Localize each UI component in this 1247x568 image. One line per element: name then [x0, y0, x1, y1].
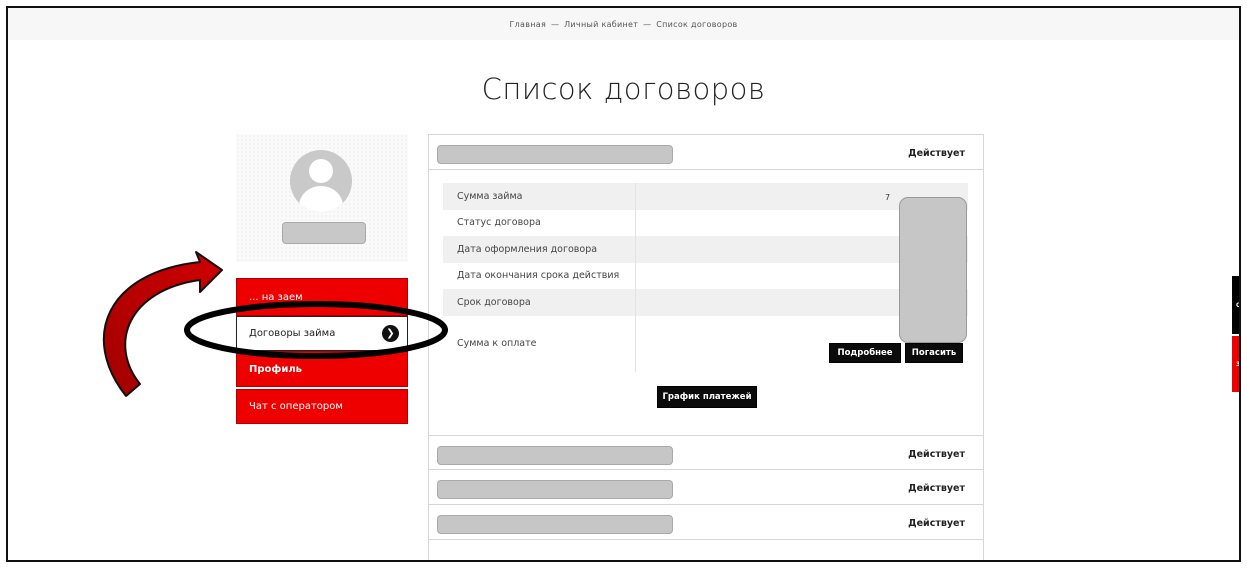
- table-row: Статус договора: [443, 209, 968, 236]
- contract-header[interactable]: Действует: [429, 470, 983, 505]
- sidebar-item-loan-application[interactable]: ... на заем: [236, 278, 408, 316]
- breadcrumb-account[interactable]: Личный кабинет: [564, 20, 638, 29]
- side-widget-red[interactable]: З: [1232, 336, 1241, 392]
- side-widget-label: З: [1236, 360, 1241, 368]
- breadcrumb-bar: Главная — Личный кабинет — Список догово…: [8, 8, 1239, 40]
- sidebar-item-loan-contracts[interactable]: Договоры займа ❯: [236, 316, 408, 351]
- contract-number-redacted: [437, 145, 673, 164]
- row-label: Дата оформления договора: [457, 243, 598, 255]
- avatar-icon: [290, 150, 352, 212]
- contract-number-redacted: [437, 480, 673, 499]
- curved-arrow-icon: [102, 251, 223, 397]
- profile-card: [236, 134, 408, 262]
- contract-status: Действует: [908, 518, 965, 529]
- table-row: Дата оформления договора: [443, 236, 968, 263]
- row-label: Сумма к оплате: [457, 338, 537, 349]
- breadcrumb-separator: —: [550, 20, 560, 29]
- values-redacted: [899, 197, 967, 343]
- page-title: Список договоров: [481, 72, 766, 106]
- contracts-panel: Действует Сумма займа Статус договора Да…: [428, 134, 984, 560]
- page-frame: Главная — Личный кабинет — Список догово…: [6, 6, 1241, 562]
- contract-number-redacted: [437, 515, 673, 534]
- sidebar-item-label: Профиль: [249, 363, 302, 375]
- side-widget-label: О: [1236, 301, 1241, 309]
- row-label: Статус договора: [457, 217, 541, 229]
- more-button[interactable]: Подробнее: [829, 343, 901, 363]
- sidebar-item-profile[interactable]: Профиль: [236, 351, 408, 387]
- payment-schedule-button[interactable]: График платежей: [657, 386, 757, 408]
- row-label: Дата окончания срока действия: [457, 270, 620, 282]
- contract-header[interactable]: Действует: [429, 435, 983, 470]
- repay-button[interactable]: Погасить: [905, 343, 963, 363]
- breadcrumb-home[interactable]: Главная: [509, 20, 546, 29]
- contract-number-redacted: [437, 446, 673, 465]
- user-name-redacted: [282, 222, 366, 244]
- row-label: Сумма займа: [457, 190, 523, 202]
- contract-status: Действует: [908, 449, 965, 460]
- row-label: Срок договора: [457, 296, 531, 308]
- sidebar-item-label: Чат с оператором: [249, 401, 343, 412]
- side-widget-dark[interactable]: О: [1232, 276, 1241, 334]
- breadcrumb-current: Список договоров: [656, 20, 738, 29]
- chevron-right-icon: ❯: [382, 325, 399, 342]
- contract-status: Действует: [908, 148, 965, 159]
- table-row: Срок договора: [443, 289, 968, 316]
- breadcrumb-separator: —: [643, 20, 652, 29]
- breadcrumb: Главная — Личный кабинет — Список догово…: [8, 20, 1239, 29]
- contract-status: Действует: [908, 483, 965, 494]
- value-fragment: 7: [885, 193, 891, 202]
- contract-header[interactable]: Действует: [429, 135, 983, 170]
- table-row: Дата окончания срока действия: [443, 262, 968, 289]
- sidebar-item-operator-chat[interactable]: Чат с оператором: [236, 389, 408, 424]
- sidebar-item-label: Договоры займа: [249, 328, 336, 339]
- contract-header[interactable]: Действует: [429, 505, 983, 540]
- sidebar-item-label: ... на заем: [249, 291, 303, 303]
